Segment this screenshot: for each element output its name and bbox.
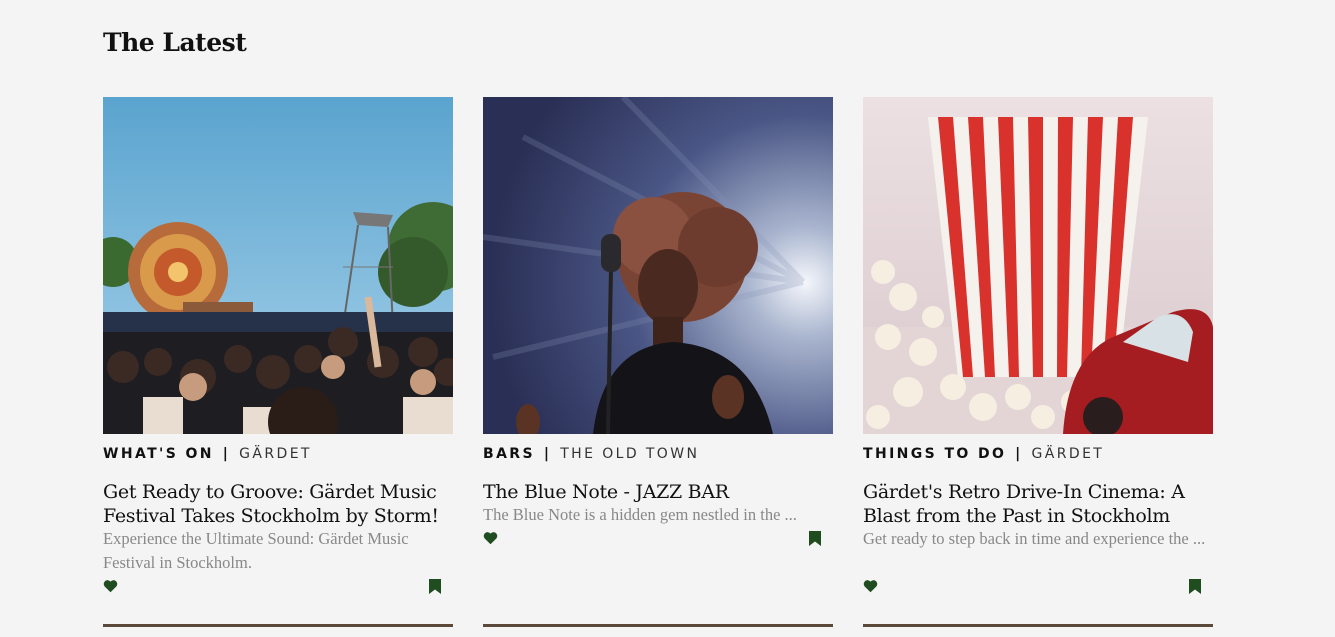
article-excerpt: Get ready to step back in time and exper… bbox=[863, 529, 1206, 548]
article-category[interactable]: WHAT'S ON | GÄRDET bbox=[103, 446, 312, 462]
location-label[interactable]: GÄRDET bbox=[1032, 446, 1105, 462]
article-category[interactable]: THINGS TO DO | GÄRDET bbox=[863, 446, 1104, 462]
article-card[interactable]: WHAT'S ON | GÄRDET Get Ready to Groove: … bbox=[103, 97, 453, 637]
article-card[interactable]: THINGS TO DO | GÄRDET Gärdet's Retro Dri… bbox=[863, 97, 1213, 637]
article-grid: WHAT'S ON | GÄRDET Get Ready to Groove: … bbox=[103, 97, 1213, 637]
article-card[interactable]: BARS | THE OLD TOWN The Blue Note - JAZZ… bbox=[483, 97, 833, 637]
category-separator: | bbox=[543, 446, 552, 462]
heart-icon[interactable] bbox=[863, 579, 879, 595]
category-separator: | bbox=[222, 446, 231, 462]
next-card-image-edge bbox=[483, 624, 833, 627]
article-image[interactable] bbox=[103, 97, 453, 434]
category-label[interactable]: THINGS TO DO bbox=[863, 446, 1006, 462]
bookmark-icon[interactable] bbox=[809, 531, 825, 547]
location-label[interactable]: THE OLD TOWN bbox=[560, 446, 699, 462]
heart-icon[interactable] bbox=[103, 579, 119, 595]
next-card-image-edge bbox=[103, 624, 453, 627]
heart-icon[interactable] bbox=[483, 531, 499, 547]
next-card-image-edge bbox=[863, 624, 1213, 627]
location-label[interactable]: GÄRDET bbox=[239, 446, 312, 462]
article-excerpt: Experience the Ultimate Sound: Gärdet Mu… bbox=[103, 529, 409, 572]
article-excerpt: The Blue Note is a hidden gem nestled in… bbox=[483, 505, 797, 524]
bookmark-icon[interactable] bbox=[429, 579, 445, 595]
article-category[interactable]: BARS | THE OLD TOWN bbox=[483, 446, 699, 462]
bookmark-icon[interactable] bbox=[1189, 579, 1205, 595]
article-title[interactable]: Gärdet's Retro Drive-In Cinema: A Blast … bbox=[863, 480, 1208, 528]
category-label[interactable]: WHAT'S ON bbox=[103, 446, 214, 462]
article-title[interactable]: The Blue Note - JAZZ BAR bbox=[483, 480, 828, 504]
article-title[interactable]: Get Ready to Groove: Gärdet Music Festiv… bbox=[103, 480, 448, 528]
article-image[interactable] bbox=[863, 97, 1213, 434]
article-image[interactable] bbox=[483, 97, 833, 434]
category-separator: | bbox=[1015, 446, 1023, 462]
category-label[interactable]: BARS bbox=[483, 446, 535, 462]
section-title: The Latest bbox=[103, 28, 247, 57]
